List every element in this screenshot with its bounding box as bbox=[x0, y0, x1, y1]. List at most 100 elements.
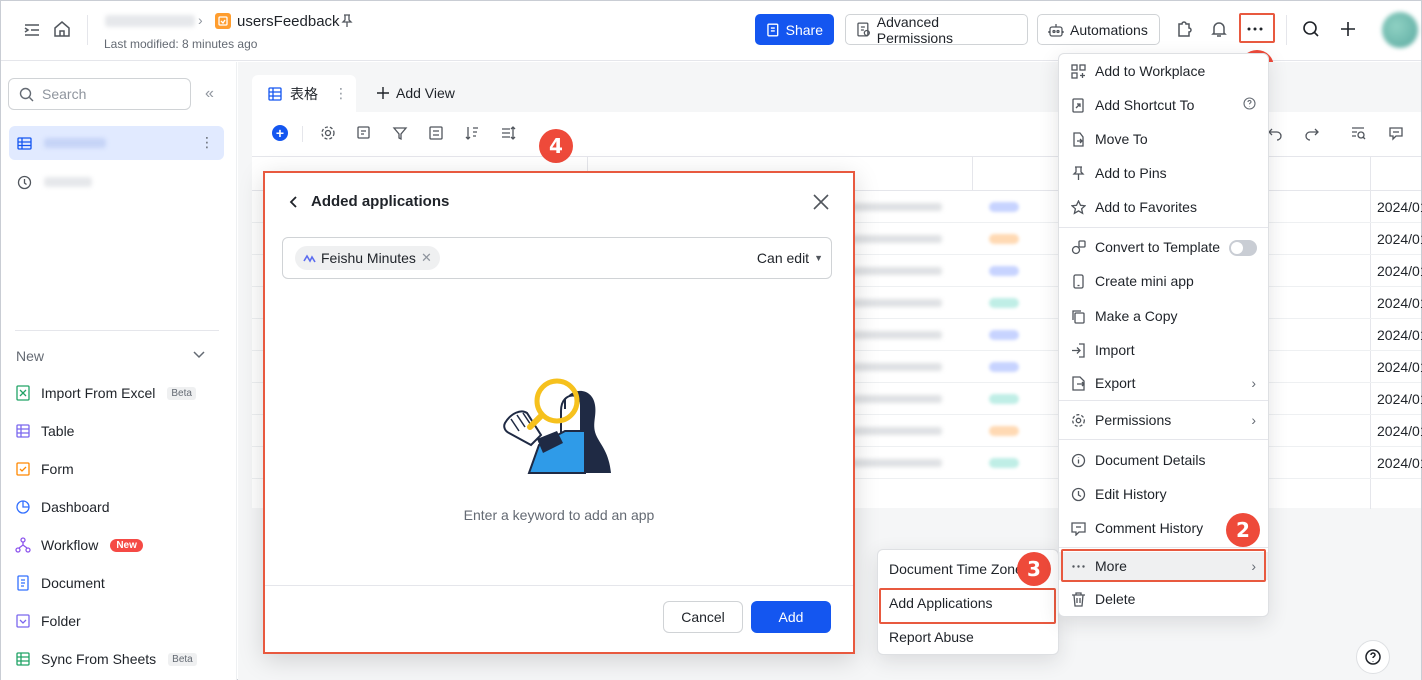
date-cell[interactable]: 2024/01 bbox=[1377, 295, 1422, 311]
remove-chip-icon[interactable]: ✕ bbox=[421, 250, 432, 266]
doc-title[interactable]: usersFeedback bbox=[237, 13, 340, 30]
field-config-icon[interactable] bbox=[356, 125, 372, 141]
sort-icon[interactable] bbox=[464, 125, 480, 141]
menu-item-convert-to-template[interactable]: Convert to Template bbox=[1059, 233, 1268, 261]
last-modified: Last modified: 8 minutes ago bbox=[104, 37, 258, 51]
menu-item-add-shortcut[interactable]: Add Shortcut To bbox=[1059, 91, 1268, 119]
empty-search-illustration bbox=[503, 378, 611, 474]
gear-icon bbox=[1070, 412, 1086, 428]
menu-item-delete[interactable]: Delete bbox=[1059, 585, 1268, 613]
sidebar-item-history[interactable] bbox=[9, 165, 224, 199]
add-button[interactable]: Add bbox=[751, 601, 831, 633]
app-chip: Feishu Minutes ✕ bbox=[295, 246, 440, 270]
breadcrumb-chevron-icon: › bbox=[198, 12, 203, 28]
avatar[interactable] bbox=[1382, 12, 1418, 48]
help-icon bbox=[1365, 649, 1381, 665]
search-placeholder: Search bbox=[42, 86, 87, 102]
advanced-permissions-button[interactable]: Advanced Permissions bbox=[845, 14, 1028, 46]
share-label: Share bbox=[785, 21, 823, 38]
pin-icon[interactable] bbox=[340, 14, 354, 28]
menu-item-create-mini-app[interactable]: Create mini app bbox=[1059, 267, 1268, 295]
menu-item-move-to[interactable]: Move To bbox=[1059, 125, 1268, 153]
plus-icon[interactable] bbox=[1335, 15, 1361, 43]
automations-button[interactable]: Automations bbox=[1037, 14, 1160, 45]
table-icon bbox=[17, 136, 32, 150]
comment-icon[interactable] bbox=[1388, 125, 1404, 141]
redo-icon[interactable] bbox=[1304, 125, 1320, 141]
plus-icon bbox=[377, 87, 389, 99]
folder-icon bbox=[16, 614, 30, 628]
undo-icon[interactable] bbox=[1267, 125, 1283, 141]
history-icon bbox=[1070, 486, 1086, 502]
tab-table-view[interactable]: 表格 ⋮ bbox=[252, 75, 356, 112]
search-input[interactable]: Search bbox=[8, 78, 191, 110]
menu-item-add-to-pins[interactable]: Add to Pins bbox=[1059, 159, 1268, 187]
plugin-icon[interactable] bbox=[1171, 15, 1197, 43]
bell-icon[interactable] bbox=[1206, 15, 1232, 43]
step-badge-4: 4 bbox=[539, 129, 573, 163]
date-cell[interactable]: 2024/01 bbox=[1377, 199, 1422, 215]
group-icon[interactable] bbox=[428, 125, 444, 141]
outline-toggle-icon[interactable] bbox=[23, 21, 41, 39]
table-icon bbox=[16, 424, 30, 438]
date-cell[interactable]: 2024/01 bbox=[1377, 455, 1422, 471]
back-icon[interactable] bbox=[287, 194, 301, 210]
highlight-more-item bbox=[1061, 549, 1266, 582]
share-button[interactable]: Share bbox=[755, 14, 834, 45]
menu-item-export[interactable]: Export › bbox=[1059, 369, 1268, 397]
date-cell[interactable]: 2024/01 bbox=[1377, 263, 1422, 279]
home-icon[interactable] bbox=[53, 20, 71, 38]
date-cell[interactable]: 2024/01 bbox=[1377, 359, 1422, 375]
tab-more-icon[interactable]: ⋮ bbox=[334, 85, 348, 102]
sidebar-item-table[interactable]: ⋮ bbox=[9, 126, 224, 160]
date-cell[interactable]: 2024/01 bbox=[1377, 231, 1422, 247]
collapse-sidebar-icon[interactable]: « bbox=[205, 85, 214, 103]
move-icon bbox=[1070, 131, 1086, 147]
new-import-excel[interactable]: Import From Excel Beta bbox=[15, 385, 196, 401]
add-view-button[interactable]: Add View bbox=[376, 85, 455, 101]
chevron-down-icon[interactable] bbox=[191, 346, 207, 362]
menu-item-make-a-copy[interactable]: Make a Copy bbox=[1059, 302, 1268, 330]
item-more-icon[interactable]: ⋮ bbox=[200, 134, 214, 151]
automations-label: Automations bbox=[1070, 21, 1148, 38]
permissions-doc-icon bbox=[857, 22, 870, 37]
template-toggle[interactable] bbox=[1229, 240, 1257, 256]
chevron-right-icon: › bbox=[1251, 412, 1256, 428]
menu-item-add-to-favorites[interactable]: Add to Favorites bbox=[1059, 193, 1268, 221]
menu-item-import[interactable]: Import bbox=[1059, 336, 1268, 364]
new-dashboard[interactable]: Dashboard bbox=[15, 499, 110, 515]
date-cell[interactable]: 2024/01 bbox=[1377, 423, 1422, 439]
permission-dropdown[interactable]: Can edit ▼ bbox=[757, 250, 823, 266]
help-button[interactable] bbox=[1356, 640, 1390, 674]
new-document[interactable]: Document bbox=[15, 575, 105, 591]
history-icon bbox=[17, 175, 32, 189]
menu-item-permissions[interactable]: Permissions › bbox=[1059, 406, 1268, 434]
new-table[interactable]: Table bbox=[15, 423, 74, 439]
new-form[interactable]: Form bbox=[15, 461, 74, 477]
breadcrumb-parent[interactable] bbox=[105, 15, 195, 27]
new-folder[interactable]: Folder bbox=[15, 613, 81, 629]
add-record-icon[interactable]: + bbox=[272, 125, 288, 141]
menu-item-document-details[interactable]: Document Details bbox=[1059, 446, 1268, 474]
new-workflow[interactable]: Workflow New bbox=[15, 537, 143, 553]
app-select-input[interactable]: Feishu Minutes ✕ Can edit ▼ bbox=[282, 237, 832, 279]
caret-down-icon: ▼ bbox=[814, 253, 823, 263]
settings-icon[interactable] bbox=[320, 125, 336, 141]
find-icon[interactable] bbox=[1350, 125, 1366, 141]
date-cell[interactable]: 2024/01 bbox=[1377, 327, 1422, 343]
row-height-icon[interactable] bbox=[500, 125, 516, 141]
workflow-icon bbox=[15, 537, 31, 553]
comment-icon bbox=[1070, 520, 1086, 536]
cancel-button[interactable]: Cancel bbox=[663, 601, 743, 633]
close-icon[interactable] bbox=[812, 193, 830, 211]
menu-item-edit-history[interactable]: Edit History bbox=[1059, 480, 1268, 508]
chevron-right-icon: › bbox=[1251, 375, 1256, 391]
menu-item-report-abuse[interactable]: Report Abuse bbox=[878, 623, 1058, 651]
date-cell[interactable]: 2024/01 bbox=[1377, 391, 1422, 407]
search-icon[interactable] bbox=[1298, 15, 1324, 43]
menu-item-add-to-workplace[interactable]: Add to Workplace bbox=[1059, 57, 1268, 85]
step-badge-3: 3 bbox=[1017, 552, 1051, 586]
filter-icon[interactable] bbox=[392, 125, 408, 141]
copy-icon bbox=[1070, 308, 1086, 324]
new-sync-sheets[interactable]: Sync From Sheets Beta bbox=[15, 651, 197, 667]
